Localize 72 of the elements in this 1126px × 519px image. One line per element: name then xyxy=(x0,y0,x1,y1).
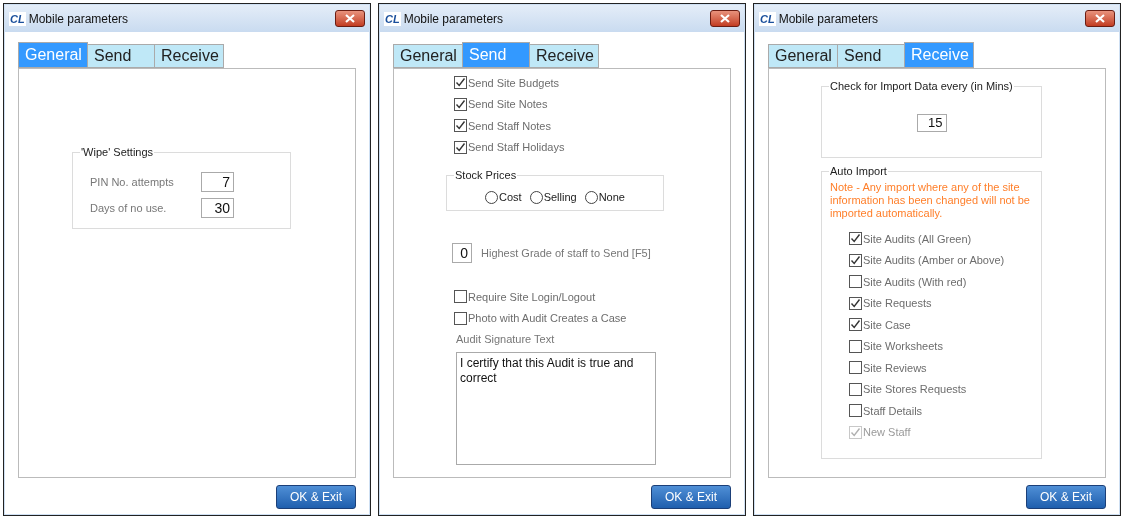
checkbox[interactable]: Send Site Budgets xyxy=(454,74,560,91)
checkbox-box xyxy=(849,339,862,353)
group-title: Check for Import Data every (in Mins) xyxy=(829,79,1014,93)
checkbox-box xyxy=(849,253,862,267)
tab[interactable]: Send xyxy=(87,44,155,68)
checkbox-box xyxy=(454,97,467,111)
group-title: Stock Prices xyxy=(454,168,518,182)
app-logo: CL xyxy=(9,11,26,26)
checkbox[interactable]: Send Staff Holidays xyxy=(454,139,565,156)
checkbox[interactable]: Site Worksheets xyxy=(849,338,943,355)
checkbox[interactable]: Site Case xyxy=(849,316,911,333)
checkbox-box xyxy=(849,232,862,246)
field-label: Audit Signature Text xyxy=(456,332,556,347)
window-title: Mobile parameters xyxy=(28,10,129,28)
number-field[interactable]: 7 xyxy=(201,172,234,192)
checkbox[interactable]: Site Audits (All Green) xyxy=(849,230,972,247)
close-icon xyxy=(1095,14,1105,23)
radio-button[interactable]: Cost xyxy=(485,189,522,206)
checkbox[interactable]: Site Audits (With red) xyxy=(849,273,967,290)
group-title: 'Wipe' Settings xyxy=(80,145,155,159)
window-title: Mobile parameters xyxy=(778,10,879,28)
app-logo: CL xyxy=(384,11,401,26)
ok-exit-button[interactable]: OK & Exit xyxy=(276,485,356,509)
window-title: Mobile parameters xyxy=(403,10,504,28)
checkbox-box xyxy=(849,296,862,310)
checkbox[interactable]: Site Stores Requests xyxy=(849,381,967,398)
close-button[interactable] xyxy=(1085,10,1115,27)
checkbox-box xyxy=(849,361,862,375)
signature-field[interactable]: I certify that this Audit is true and correct xyxy=(456,351,656,465)
radio-button[interactable]: None xyxy=(584,189,625,206)
checkbox-box xyxy=(454,76,467,90)
tab[interactable]: General xyxy=(18,42,88,68)
checkbox[interactable]: Staff Details xyxy=(849,402,923,419)
checkbox[interactable]: Site Requests xyxy=(849,295,932,312)
tab[interactable]: Send xyxy=(837,44,905,68)
checkbox-box xyxy=(849,318,862,332)
number-field[interactable]: 30 xyxy=(201,198,234,218)
tab[interactable]: Receive xyxy=(154,44,224,68)
field-label: Days of no use. xyxy=(90,200,168,216)
tab[interactable]: General xyxy=(768,44,838,68)
checkbox-box xyxy=(454,119,467,133)
field-label: Highest Grade of staff to Send [F5] xyxy=(481,245,651,261)
close-icon xyxy=(345,14,355,23)
tab[interactable]: Receive xyxy=(529,44,599,68)
tab[interactable]: Send xyxy=(462,42,530,68)
checkbox-box xyxy=(454,290,467,304)
checkbox[interactable]: Send Site Notes xyxy=(454,96,548,113)
checkbox-box xyxy=(849,404,862,418)
checkbox[interactable]: Site Audits (Amber or Above) xyxy=(849,252,1005,269)
close-icon xyxy=(720,14,730,23)
checkbox[interactable]: Require Site Login/Logout xyxy=(454,288,596,305)
ok-exit-button[interactable]: OK & Exit xyxy=(1026,485,1106,509)
ok-exit-button[interactable]: OK & Exit xyxy=(651,485,731,509)
number-field[interactable]: 0 xyxy=(452,243,472,263)
group-title: Auto Import xyxy=(829,164,888,178)
tab[interactable]: Receive xyxy=(904,42,974,68)
checkbox-box xyxy=(849,275,862,289)
field-label: PIN No. attempts xyxy=(90,174,175,190)
tab[interactable]: General xyxy=(393,44,463,68)
checkbox[interactable]: Send Staff Notes xyxy=(454,117,551,134)
close-button[interactable] xyxy=(710,10,740,27)
close-button[interactable] xyxy=(335,10,365,27)
note-text: Note - Any import where any of the site information has been changed will not be imported automatically. xyxy=(829,181,1031,220)
checkbox[interactable]: Photo with Audit Creates a Case xyxy=(454,310,627,327)
checkbox-box xyxy=(849,382,862,396)
checkbox-box xyxy=(849,425,862,439)
checkbox-box xyxy=(454,311,467,325)
checkbox[interactable]: Site Reviews xyxy=(849,359,927,376)
checkbox-box xyxy=(454,140,467,154)
radio-button[interactable]: Selling xyxy=(529,189,577,206)
minutes-field[interactable]: 15 xyxy=(916,114,947,132)
app-logo: CL xyxy=(759,11,776,26)
